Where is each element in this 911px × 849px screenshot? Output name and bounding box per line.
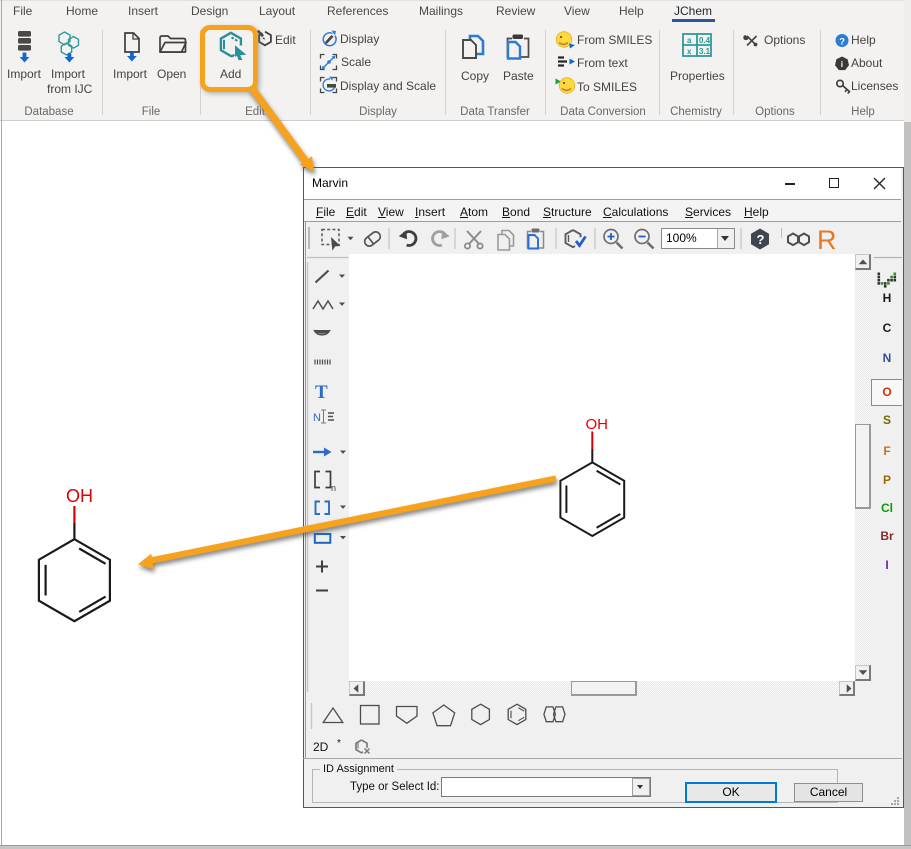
svg-text:OH: OH bbox=[66, 486, 93, 506]
svg-text:N: N bbox=[313, 412, 321, 424]
svg-text:?: ? bbox=[757, 232, 765, 247]
svg-text:T: T bbox=[315, 382, 328, 403]
svg-text:n: n bbox=[331, 483, 336, 493]
svg-text:R: R bbox=[817, 225, 837, 255]
